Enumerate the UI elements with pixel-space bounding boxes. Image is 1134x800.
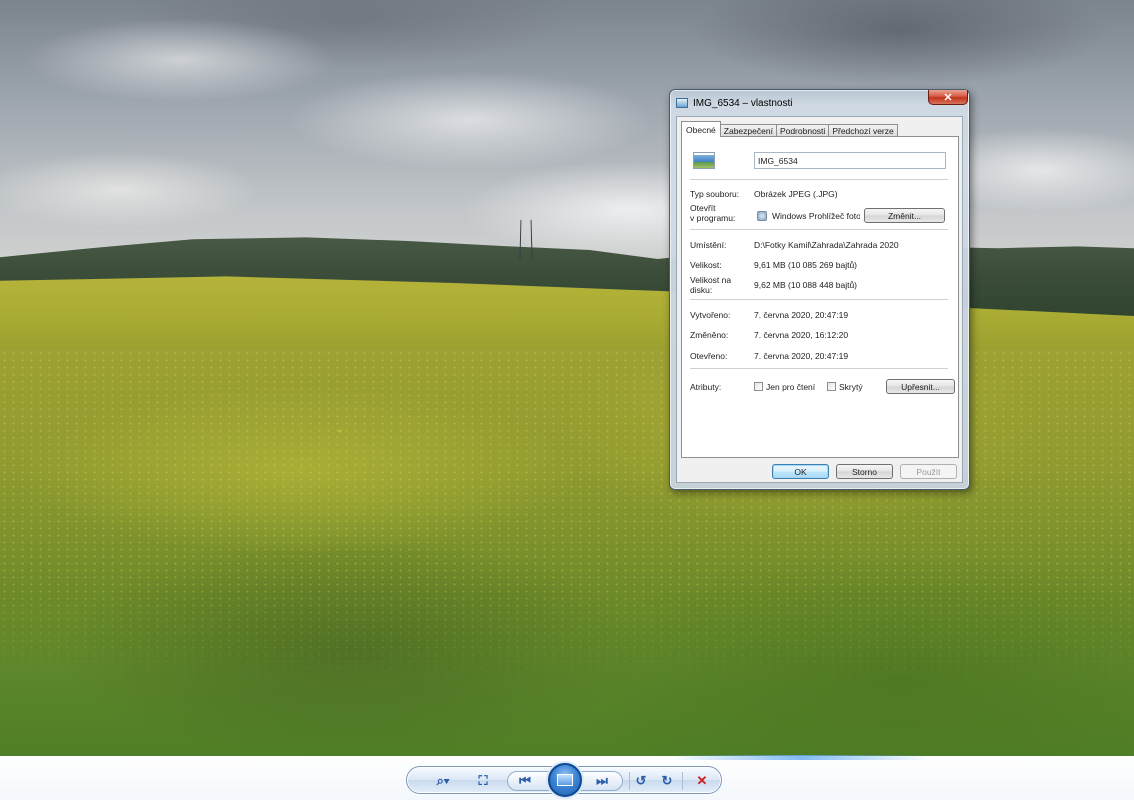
accessed-value: 7. června 2020, 20:47:19: [754, 351, 849, 361]
divider: [690, 179, 948, 180]
properties-dialog: IMG_6534 – vlastnosti ✕ Obecné Zabezpeče…: [669, 89, 970, 490]
next-icon: ⏭: [596, 773, 608, 788]
magnifier-icon: ⌕▾: [436, 773, 450, 788]
readonly-checkbox[interactable]: [754, 382, 763, 391]
divider: [690, 299, 948, 300]
taskbar-glow: [672, 755, 930, 760]
delete-button[interactable]: ✕: [690, 771, 714, 791]
rotate-right-button[interactable]: ↻: [655, 771, 679, 791]
close-button[interactable]: ✕: [928, 90, 968, 105]
size-label: Velikost:: [690, 260, 722, 270]
open-with-label-line2: v programu:: [690, 213, 736, 223]
created-label: Vytvořeno:: [690, 310, 731, 320]
photo-viewer-app-icon: [757, 211, 767, 221]
actual-size-button[interactable]: ⛶: [471, 771, 495, 791]
readonly-label[interactable]: Jen pro čtení: [766, 382, 815, 392]
slideshow-icon: [557, 774, 573, 786]
advanced-button[interactable]: Upřesnit...: [886, 379, 955, 394]
created-value: 7. června 2020, 20:47:19: [754, 310, 849, 320]
hidden-checkbox[interactable]: [827, 382, 836, 391]
image-file-icon: [676, 98, 688, 108]
cancel-button[interactable]: Storno: [836, 464, 893, 479]
dialog-client-area: Obecné Zabezpečení Podrobnosti Předchozí…: [676, 116, 963, 483]
jpeg-file-icon: [693, 152, 715, 169]
disk-size-value: 9,62 MB (10 088 448 bajtů): [754, 280, 858, 290]
apply-button[interactable]: Použít: [900, 464, 957, 479]
tab-strip: Obecné Zabezpečení Podrobnosti Předchozí…: [681, 121, 898, 137]
open-with-label-line1: Otevřít: [690, 203, 716, 213]
type-value: Obrázek JPEG (.JPG): [754, 189, 838, 199]
modified-label: Změněno:: [690, 330, 729, 340]
dialog-title: IMG_6534 – vlastnosti: [693, 97, 793, 109]
fit-window-icon: ⛶: [478, 773, 488, 788]
disk-size-label-line2: disku:: [690, 285, 713, 295]
accessed-label: Otevřeno:: [690, 351, 728, 361]
previous-button[interactable]: ⏮: [513, 771, 537, 791]
type-label: Typ souboru:: [690, 189, 740, 199]
delete-icon: ✕: [696, 773, 708, 788]
tab-general[interactable]: Obecné: [681, 121, 721, 137]
general-tab-panel: Typ souboru: Obrázek JPEG (.JPG) Otevřít…: [681, 136, 959, 458]
close-icon: ✕: [943, 91, 953, 104]
attributes-label: Atributy:: [690, 382, 722, 392]
previous-icon: ⏮: [519, 773, 531, 788]
size-value: 9,61 MB (10 085 269 bajtů): [754, 260, 858, 270]
dialog-titlebar[interactable]: IMG_6534 – vlastnosti: [676, 93, 964, 113]
rotate-left-button[interactable]: ↺: [629, 771, 653, 791]
change-button[interactable]: Změnit...: [864, 208, 945, 223]
rotate-left-icon: ↺: [635, 773, 647, 788]
divider: [690, 229, 948, 230]
open-with-value: Windows Prohlížeč foto: [772, 211, 860, 221]
separator: [682, 772, 683, 790]
location-value: D:\Fotky Kamil\Zahrada\Zahrada 2020: [754, 240, 899, 250]
ok-button[interactable]: OK: [772, 464, 829, 479]
hidden-label[interactable]: Skrytý: [839, 382, 863, 392]
modified-value: 7. června 2020, 16:12:20: [754, 330, 849, 340]
divider: [690, 368, 948, 369]
power-pylon: [519, 219, 533, 260]
file-name-input[interactable]: [754, 152, 946, 169]
disk-size-label-line1: Velikost na: [690, 275, 732, 285]
location-label: Umístění:: [690, 240, 727, 250]
viewer-controls: ⌕▾ ⛶ ⏮ ⏭ ↺ ↻ ✕: [406, 763, 722, 797]
next-button[interactable]: ⏭: [590, 771, 614, 791]
zoom-button[interactable]: ⌕▾: [429, 771, 457, 791]
rotate-right-icon: ↻: [661, 773, 673, 788]
slideshow-button[interactable]: [548, 763, 582, 797]
